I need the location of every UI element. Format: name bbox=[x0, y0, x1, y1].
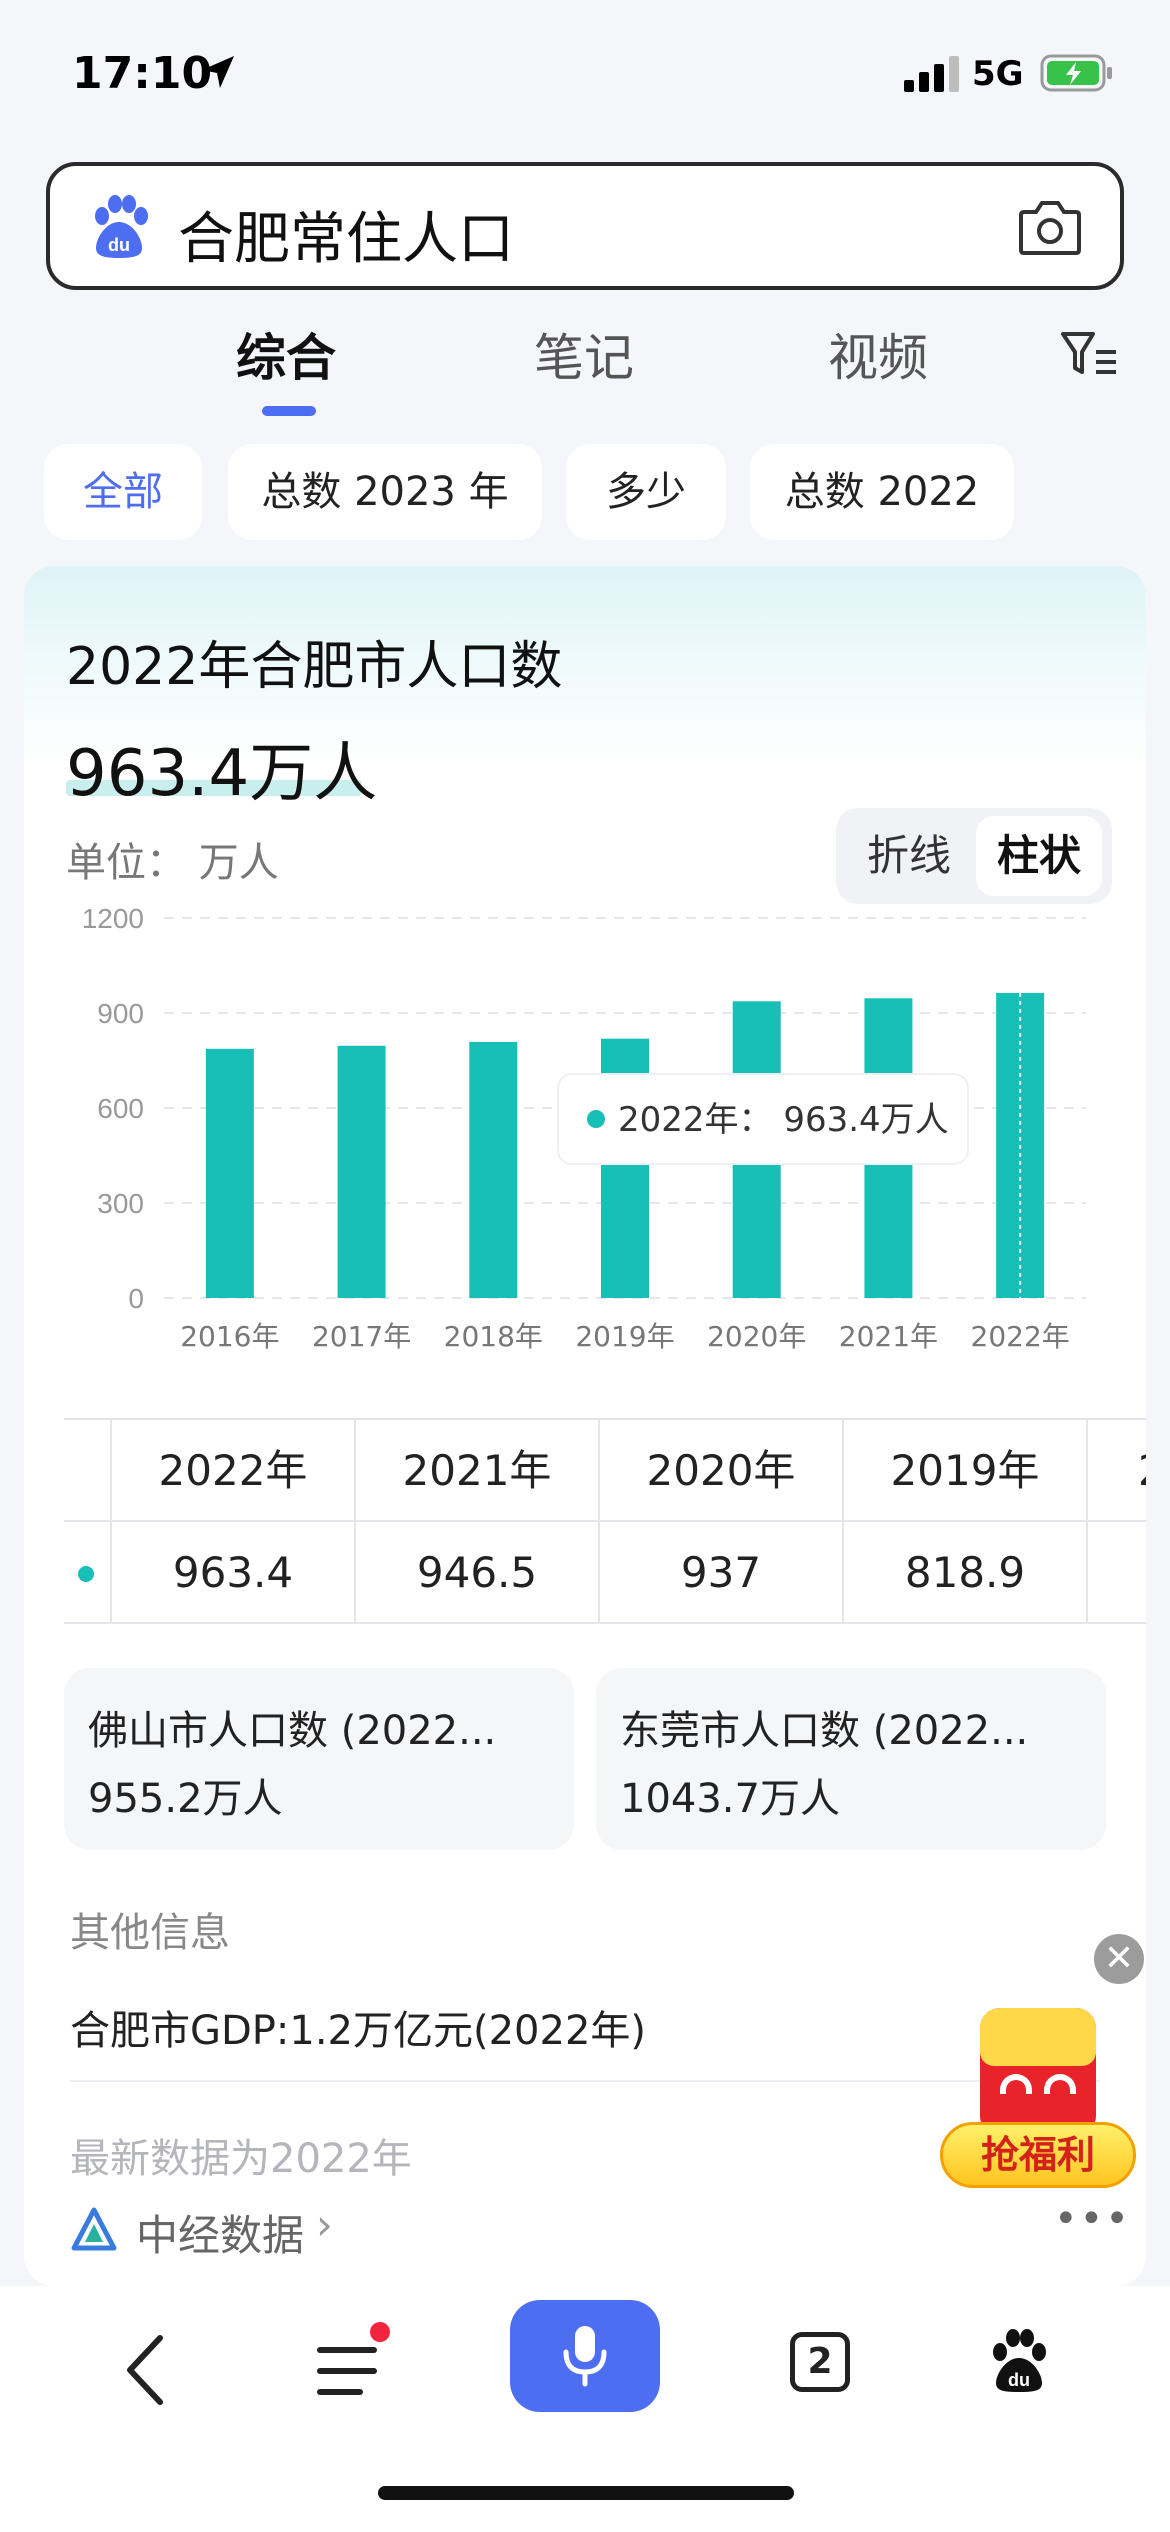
tab-count: 2 bbox=[790, 2332, 850, 2392]
more-options-icon[interactable]: ••• bbox=[1054, 2196, 1131, 2242]
y-tick-label: 0 bbox=[128, 1283, 144, 1314]
close-promo-button[interactable]: ✕ bbox=[1094, 1934, 1144, 1984]
table-cell: 946.5 bbox=[354, 1522, 598, 1624]
tooltip-text: 2022年： 963.4万人 bbox=[618, 1100, 949, 1140]
table-corner bbox=[64, 1420, 110, 1522]
table-cell: 963.4 bbox=[110, 1522, 354, 1624]
x-tick-label: 2020年 bbox=[707, 1320, 806, 1353]
chart-bar bbox=[469, 1041, 518, 1298]
related-card-foshan[interactable]: 佛山市人口数 (2022... 955.2万人 bbox=[64, 1668, 574, 1850]
tooltip-dot bbox=[587, 1110, 605, 1128]
cellular-signal-icon bbox=[904, 56, 959, 92]
series-legend-cell bbox=[64, 1522, 110, 1624]
camera-icon[interactable] bbox=[1018, 198, 1082, 256]
x-tick-label: 2018年 bbox=[444, 1320, 543, 1353]
bottom-navigation: 2 du bbox=[0, 2286, 1170, 2532]
related-title: 佛山市人口数 (2022... bbox=[88, 1708, 497, 1754]
status-time: 17:10 bbox=[72, 48, 213, 99]
table-header-cell: 2019年 bbox=[842, 1420, 1086, 1522]
microphone-icon bbox=[563, 2326, 607, 2387]
chip-how-many[interactable]: 多少 bbox=[566, 444, 726, 540]
table-row: 963.4 946.5 937 818.9 bbox=[64, 1522, 1146, 1624]
related-value: 1043.7万人 bbox=[620, 1776, 840, 1822]
toggle-bar-chart[interactable]: 柱状 bbox=[976, 816, 1102, 896]
status-bar: 17:10 5G bbox=[0, 0, 1170, 140]
x-tick-label: 2022年 bbox=[971, 1320, 1070, 1353]
home-indicator bbox=[378, 2486, 794, 2500]
unit-label: 单位： 万人 bbox=[66, 840, 279, 886]
chevron-right-icon: › bbox=[316, 2200, 333, 2249]
latest-data-note: 最新数据为2022年 bbox=[70, 2136, 412, 2182]
chart-bar bbox=[205, 1048, 254, 1298]
y-tick-label: 1200 bbox=[82, 903, 144, 934]
y-tick-label: 600 bbox=[97, 1093, 144, 1124]
back-arrow-icon[interactable] bbox=[120, 2330, 172, 2410]
source-name-link[interactable]: 中经数据 bbox=[136, 2202, 304, 2263]
filter-icon[interactable] bbox=[1060, 330, 1118, 378]
chip-total-2022[interactable]: 总数 2022 bbox=[750, 444, 1014, 540]
related-title: 东莞市人口数 (2022... bbox=[620, 1708, 1029, 1754]
source-logo-icon bbox=[71, 2207, 117, 2251]
table-header-row: 2022年 2021年 2020年 2019年 2 bbox=[64, 1420, 1146, 1522]
related-value: 955.2万人 bbox=[88, 1776, 283, 1822]
tab-videos[interactable]: 视频 bbox=[828, 318, 928, 390]
y-tick-label: 900 bbox=[97, 998, 144, 1029]
gdp-info-link[interactable]: 合肥市GDP:1.2万亿元(2022年) bbox=[70, 1998, 646, 2056]
chart-bar bbox=[337, 1045, 386, 1298]
menu-icon[interactable] bbox=[316, 2336, 390, 2406]
search-input[interactable]: du 合肥常住人口 bbox=[46, 162, 1124, 290]
chip-total-2023[interactable]: 总数 2023 年 bbox=[228, 444, 542, 540]
voice-search-button[interactable] bbox=[510, 2300, 660, 2412]
x-tick-label: 2021年 bbox=[839, 1320, 938, 1353]
location-arrow-icon bbox=[202, 56, 234, 88]
x-tick-label: 2016年 bbox=[180, 1320, 279, 1353]
promo-label: 抢福利 bbox=[940, 2122, 1136, 2188]
related-card-dongguan[interactable]: 东莞市人口数 (2022... 1043.7万人 bbox=[596, 1668, 1106, 1850]
tab-all-results[interactable]: 综合 bbox=[236, 318, 336, 390]
active-tab-indicator bbox=[262, 406, 316, 416]
table-header-cell: 2020年 bbox=[598, 1420, 842, 1522]
svg-text:du: du bbox=[108, 235, 130, 255]
table-cell: 937 bbox=[598, 1522, 842, 1624]
x-tick-label: 2019年 bbox=[575, 1320, 674, 1353]
baidu-home-icon[interactable]: du bbox=[986, 2328, 1052, 2394]
result-tabs: 综合 笔记 视频 bbox=[0, 318, 1170, 418]
table-cell: 818.9 bbox=[842, 1522, 1086, 1624]
y-tick-label: 300 bbox=[97, 1188, 144, 1219]
table-header-cell: 2022年 bbox=[110, 1420, 354, 1522]
search-query: 合肥常住人口 bbox=[178, 207, 514, 272]
notification-badge bbox=[370, 2322, 390, 2342]
other-info-label: 其他信息 bbox=[70, 1910, 230, 1956]
card-title: 2022年合肥市人口数 bbox=[66, 637, 563, 697]
population-data-table: 2022年 2021年 2020年 2019年 2 963.4 946.5 93… bbox=[64, 1418, 1146, 1624]
series-dot bbox=[78, 1566, 94, 1582]
table-header-cell: 2 bbox=[1086, 1420, 1146, 1522]
table-cell bbox=[1086, 1522, 1146, 1624]
chart-type-toggle: 折线 柱状 bbox=[836, 808, 1112, 904]
query-suggestion-chips: 全部 总数 2023 年 多少 总数 2022 bbox=[0, 444, 1170, 540]
chip-all[interactable]: 全部 bbox=[44, 444, 202, 540]
envelope-lid bbox=[980, 2008, 1096, 2066]
baidu-paw-icon: du bbox=[95, 195, 148, 258]
population-bar-chart[interactable]: 0 300 600 900 1200 2016年 2017年 2018年 2019年 2020年 2… bbox=[24, 896, 1146, 1356]
battery-charging-icon bbox=[1040, 54, 1112, 92]
toggle-line-chart[interactable]: 折线 bbox=[846, 816, 972, 896]
svg-text:du: du bbox=[1008, 2370, 1030, 2390]
network-type: 5G bbox=[972, 54, 1024, 94]
promo-widget[interactable]: 抢福利 bbox=[940, 2008, 1136, 2190]
tab-notes[interactable]: 笔记 bbox=[534, 318, 634, 390]
table-header-cell: 2021年 bbox=[354, 1420, 598, 1522]
x-tick-label: 2017年 bbox=[312, 1320, 411, 1353]
card-value: 963.4万人 bbox=[66, 737, 378, 811]
